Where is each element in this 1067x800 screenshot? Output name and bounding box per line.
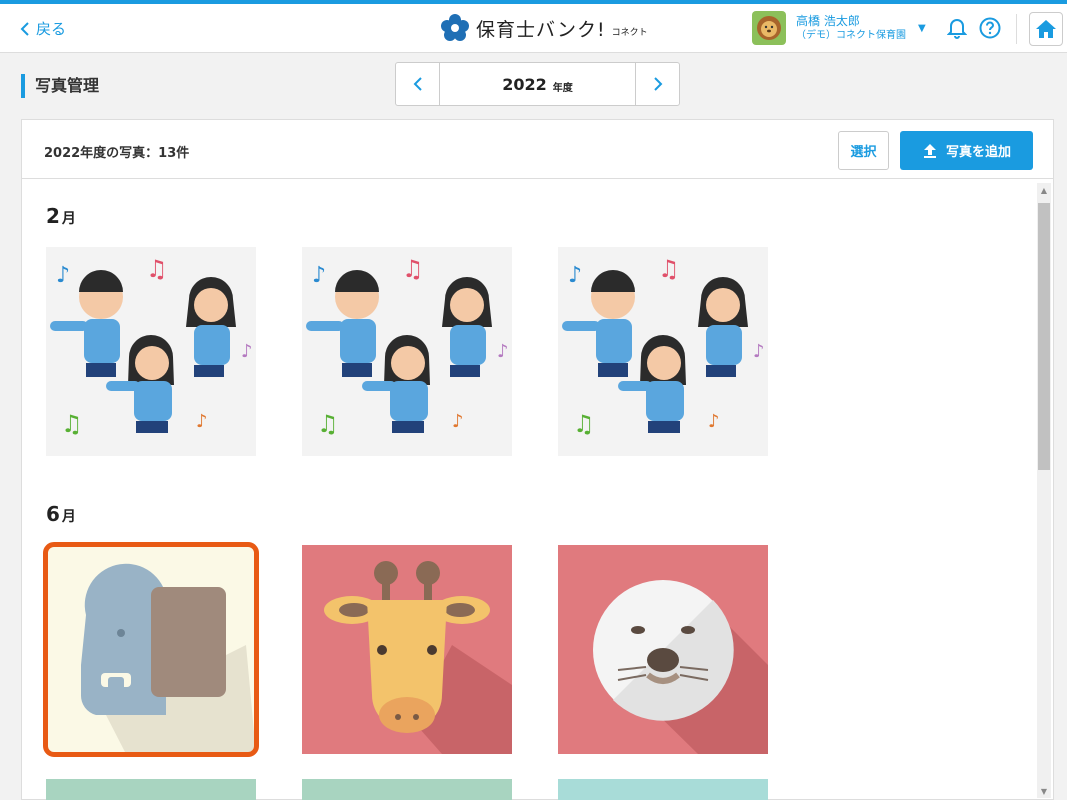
scrollbar[interactable]: ▲ ▼ <box>1037 183 1051 798</box>
chevron-right-icon <box>653 77 662 91</box>
elephant-image <box>46 545 256 754</box>
photo-count: 2022年度の写真：13件 <box>44 146 190 161</box>
dancing-children-image: ♪ ♫ ♪ ♫ ♪ <box>558 247 768 456</box>
seal-image <box>558 545 768 754</box>
month-unit: 月 <box>61 509 76 525</box>
svg-text:♪: ♪ <box>452 411 464 432</box>
month-unit: 月 <box>61 211 76 227</box>
svg-text:♪: ♪ <box>241 341 253 362</box>
dancing-children-image: ♪ ♫ ♪ ♫ ♪ <box>302 247 512 456</box>
photo-thumbnail[interactable]: ♪ ♫ ♪ ♫ ♪ <box>558 247 768 456</box>
panel-header: 2022年度の写真：13件 選択 写真を追加 <box>22 120 1053 179</box>
prev-year-button[interactable] <box>396 63 439 105</box>
add-photo-button[interactable]: 写真を追加 <box>900 131 1033 170</box>
home-icon <box>1036 20 1056 38</box>
header-bar: 戻る 保育士バンク! コネクト 高橋 浩太郎 （デモ）コネクト保育園 ▼ <box>0 4 1067 53</box>
dancing-children-image: ♪ ♫ ♪ ♫ ♪ <box>46 247 256 456</box>
svg-text:♪: ♪ <box>568 263 582 288</box>
user-org: （デモ）コネクト保育園 <box>796 29 906 41</box>
month-number: 2 <box>46 204 60 228</box>
year-value: 2022 <box>502 74 547 94</box>
svg-text:♫: ♫ <box>146 255 168 283</box>
chevron-left-icon <box>413 77 422 91</box>
photo-thumbnail-selected[interactable] <box>43 542 259 757</box>
svg-text:♪: ♪ <box>196 411 208 432</box>
svg-text:♪: ♪ <box>708 411 720 432</box>
photo-thumbnail[interactable]: ♪ ♫ ♪ ♫ ♪ <box>46 247 256 456</box>
giraffe-image <box>302 545 512 754</box>
logo-text: 保育士バンク! <box>476 18 606 41</box>
upload-icon <box>923 143 936 158</box>
bell-icon[interactable] <box>947 17 967 39</box>
add-photo-label: 写真を追加 <box>945 145 1011 160</box>
home-button[interactable] <box>1029 12 1063 46</box>
app-logo: 保育士バンク! コネクト <box>440 13 648 43</box>
logo-flower-icon <box>441 14 469 41</box>
photo-thumbnail[interactable] <box>558 545 768 754</box>
caret-down-icon: ▼ <box>918 22 926 34</box>
scroll-up-icon[interactable]: ▲ <box>1037 183 1051 197</box>
svg-text:♪: ♪ <box>56 263 70 288</box>
page-title: 写真管理 <box>21 74 99 98</box>
user-name: 高橋 浩太郎 <box>796 13 860 28</box>
scroll-down-icon[interactable]: ▼ <box>1037 784 1051 798</box>
photo-thumbnail[interactable]: ♪ ♫ ♪ ♫ ♪ <box>302 247 512 456</box>
svg-text:♪: ♪ <box>753 341 765 362</box>
photo-thumbnail-partial[interactable] <box>558 779 768 800</box>
photo-thumbnail-partial[interactable] <box>46 779 256 800</box>
photo-thumbnail[interactable] <box>302 545 512 754</box>
month-heading-jun: 6月 <box>46 502 76 526</box>
select-button[interactable]: 選択 <box>838 131 889 170</box>
lion-avatar-icon <box>757 16 781 40</box>
svg-text:♪: ♪ <box>497 341 509 362</box>
svg-text:♪: ♪ <box>312 263 326 288</box>
year-navigator: 2022 年度 <box>395 62 680 106</box>
year-display: 2022 年度 <box>439 63 636 105</box>
help-icon[interactable] <box>979 17 1001 39</box>
next-year-button[interactable] <box>636 63 679 105</box>
logo-sub: コネクト <box>611 27 648 38</box>
month-number: 6 <box>46 502 60 526</box>
photo-panel: 2022年度の写真：13件 選択 写真を追加 2月 ♪ ♫ ♪ ♫ ♪ ♪ ♫ … <box>21 119 1054 800</box>
year-unit: 年度 <box>552 82 573 94</box>
month-heading-feb: 2月 <box>46 204 76 228</box>
avatar <box>752 11 786 45</box>
svg-text:♫: ♫ <box>61 410 83 438</box>
svg-text:♫: ♫ <box>658 255 680 283</box>
svg-text:♫: ♫ <box>402 255 424 283</box>
scrollbar-thumb[interactable] <box>1038 203 1050 470</box>
user-menu[interactable]: 高橋 浩太郎 （デモ）コネクト保育園 ▼ <box>752 11 926 45</box>
svg-text:♫: ♫ <box>573 410 595 438</box>
photo-thumbnail-partial[interactable] <box>302 779 512 800</box>
back-button[interactable]: 戻る <box>20 18 66 39</box>
svg-text:♫: ♫ <box>317 410 339 438</box>
header-divider <box>1016 14 1017 44</box>
chevron-left-icon <box>20 21 29 36</box>
back-label: 戻る <box>36 20 67 38</box>
